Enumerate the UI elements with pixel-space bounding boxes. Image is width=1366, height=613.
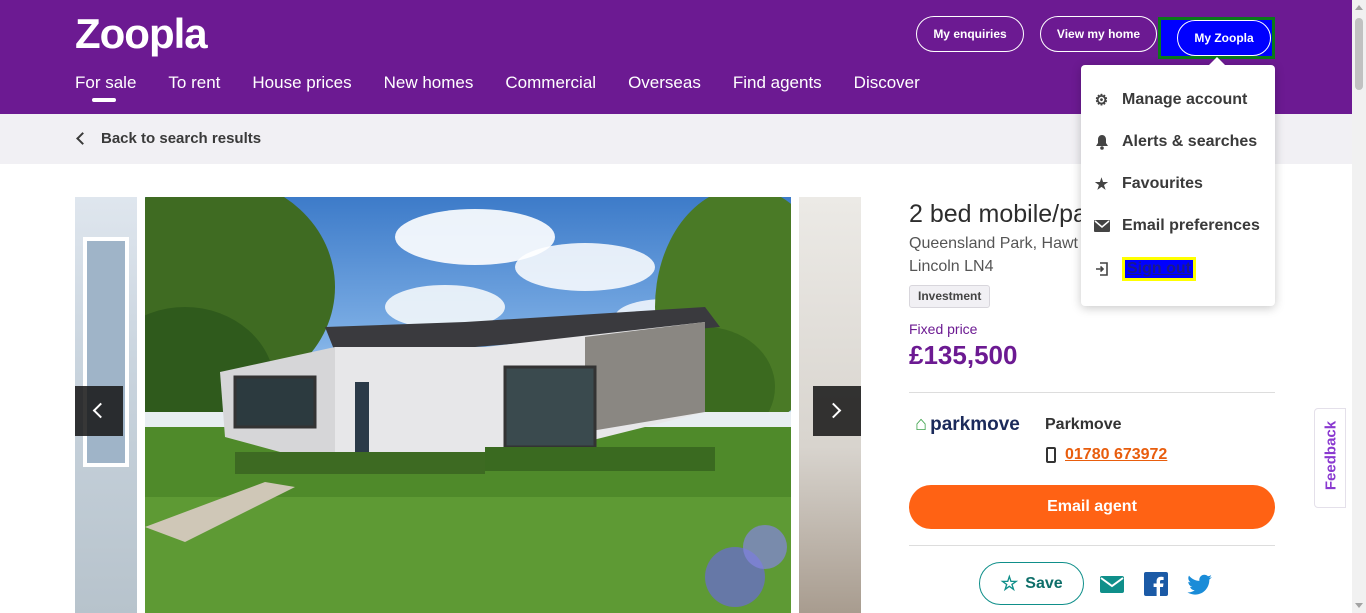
star-outline-icon: ☆ [1000,573,1019,595]
save-label: Save [1025,574,1063,592]
back-to-results-link[interactable]: Back to search results [76,130,262,147]
lodge-photo [145,197,791,613]
menu-item-sign-out[interactable]: Sign out [1093,257,1196,281]
bell-icon [1093,134,1110,150]
view-my-home-button[interactable]: View my home [1040,16,1157,52]
chevron-left-icon [76,131,89,145]
nav-new-homes[interactable]: New homes [384,73,474,93]
investment-tag: Investment [909,285,991,308]
back-label: Back to search results [101,130,262,147]
my-zoopla-button[interactable]: My Zoopla [1177,20,1271,56]
share-email-button[interactable] [1099,572,1125,596]
agent-phone-link[interactable]: 01780 673972 [1065,446,1167,464]
house-roof-icon: ⌂ [915,413,928,435]
menu-item-label: Email preferences [1122,217,1260,234]
chevron-left-icon [92,402,109,419]
save-button[interactable]: ☆ Save [979,562,1084,605]
agent-logo-text: parkmove [930,413,1020,435]
nav-commercial[interactable]: Commercial [505,73,596,93]
scroll-up-arrow-icon[interactable] [1355,5,1363,10]
share-facebook-button[interactable] [1143,572,1169,596]
agent-phone: 01780 673972 [1046,446,1167,464]
divider [909,392,1275,393]
nav-overseas[interactable]: Overseas [628,73,701,93]
address-line-1: Queensland Park, Hawt [909,235,1078,252]
my-enquiries-button[interactable]: My enquiries [916,16,1024,52]
page-scrollbar[interactable] [1352,0,1366,613]
gallery-prev-button[interactable] [75,386,123,436]
nav-discover[interactable]: Discover [854,73,920,93]
chevron-right-icon [825,402,842,419]
gallery-photo-main [145,197,791,613]
scroll-down-arrow-icon[interactable] [1355,603,1363,608]
star-icon: ★ [1094,176,1109,193]
nav-to-rent[interactable]: To rent [168,73,220,93]
gear-icon: ⚙ [1094,92,1109,109]
main-nav: For sale To rent House prices New homes … [75,73,952,102]
scrollbar-thumb[interactable] [1355,18,1363,90]
menu-item-favourites[interactable]: ★ Favourites [1093,175,1203,193]
facebook-icon [1144,572,1168,596]
gallery-next-button[interactable] [813,386,861,436]
divider [909,545,1275,546]
email-agent-button[interactable]: Email agent [909,485,1275,529]
my-zoopla-menu: ⚙ Manage account Alerts & searches ★ Fav… [1081,57,1275,306]
menu-item-label: Manage account [1122,91,1248,108]
sign-out-link[interactable]: Sign out [1122,257,1196,281]
agent-name: Parkmove [1045,416,1122,433]
menu-item-label: Alerts & searches [1122,133,1258,150]
zoopla-logo[interactable]: Zoopla [75,10,208,58]
address-line-2: Lincoln LN4 [909,258,994,275]
photo-gallery [75,197,861,613]
phone-icon [1046,447,1056,463]
envelope-icon [1100,576,1124,593]
listing-price: £135,500 [909,340,1018,370]
sign-out-icon [1093,262,1110,276]
listing-address: Queensland Park, Hawt Lincoln LN4 [909,232,1078,278]
nav-house-prices[interactable]: House prices [252,73,351,93]
nav-for-sale[interactable]: For sale [75,73,136,102]
listing-title: 2 bed mobile/park [909,200,1108,228]
menu-item-label: Favourites [1122,175,1203,192]
twitter-icon [1187,574,1212,595]
feedback-tab[interactable]: Feedback [1314,408,1346,508]
share-twitter-button[interactable] [1187,572,1213,596]
feedback-label: Feedback [1322,420,1340,491]
price-label: Fixed price [909,321,978,337]
menu-item-email-preferences[interactable]: Email preferences [1093,217,1260,235]
menu-item-alerts-searches[interactable]: Alerts & searches [1093,133,1257,151]
menu-item-manage-account[interactable]: ⚙ Manage account [1093,91,1248,109]
agent-logo[interactable]: ⌂ parkmove [915,413,1020,436]
envelope-icon [1093,220,1110,232]
nav-find-agents[interactable]: Find agents [733,73,822,93]
